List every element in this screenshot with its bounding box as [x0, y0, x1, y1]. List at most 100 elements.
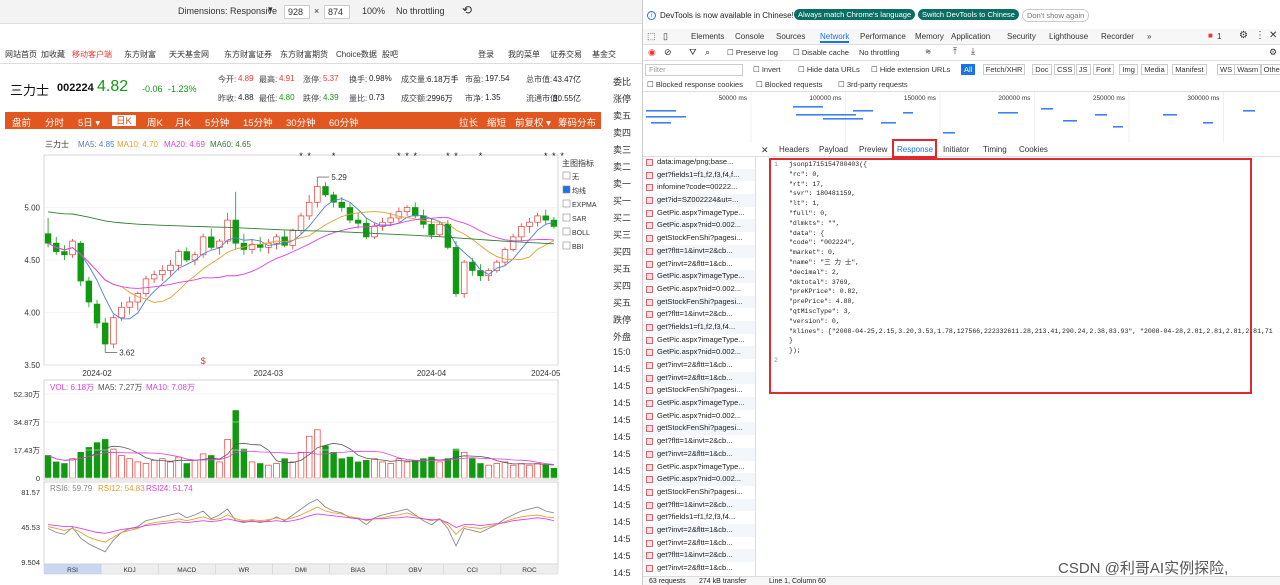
detail-tab[interactable]: Timing [983, 145, 1007, 154]
period-tab[interactable]: 分时 [45, 115, 64, 129]
type-filter-button[interactable]: Manifest [1172, 64, 1207, 75]
upload-icon[interactable]: ⤒ [953, 46, 957, 57]
devtools-tab[interactable]: Network [820, 32, 850, 43]
devtools-tab[interactable]: Performance [860, 32, 906, 41]
height-input[interactable]: 874 [324, 5, 350, 19]
request-row[interactable]: GetPic.aspx?nid=0.002... [643, 346, 755, 359]
request-row[interactable]: getStockFenShi?pagesi... [643, 295, 755, 309]
request-row[interactable]: get?invt=2&fltt=1&cb... [643, 562, 755, 575]
site-nav-right-link[interactable]: 证券交易 [550, 49, 582, 60]
request-row[interactable]: data:image/png;base... [643, 156, 755, 169]
devtools-tab[interactable]: Sources [776, 32, 805, 41]
inspect-icon[interactable]: ⬚ [647, 31, 656, 42]
switch-chinese-button[interactable]: Switch DevTools to Chinese [918, 9, 1019, 20]
record-icon[interactable]: ◉ [648, 47, 656, 58]
type-filter-button[interactable]: Media [1141, 64, 1168, 75]
throttle-dropdown[interactable]: No throttling [396, 6, 445, 16]
close-icon[interactable]: ✕ [1269, 30, 1277, 41]
rotate-icon[interactable]: ⟲ [462, 3, 472, 17]
request-row[interactable]: get?fields1=f1,f2,f3,f4,f... [643, 168, 755, 182]
request-row[interactable]: GetPic.aspx?imageType... [643, 270, 755, 283]
clear-icon[interactable]: ⊘ [664, 47, 672, 58]
indicator-checkbox[interactable] [562, 227, 571, 236]
settings-icon[interactable]: ⚙ [1269, 47, 1277, 58]
indicator-checkbox[interactable] [562, 199, 571, 208]
period-right-tab[interactable]: 筹码分布 [558, 115, 596, 129]
error-badge-icon[interactable]: ■ [1208, 31, 1213, 40]
period-tab[interactable]: 5日 ▾ [78, 115, 100, 129]
period-right-tab[interactable]: 拉长 [459, 115, 478, 129]
request-row[interactable]: GetPic.aspx?nid=0.002... [643, 283, 755, 296]
dont-show-button[interactable]: Don't show again [1022, 9, 1090, 22]
indicator-checkbox[interactable] [562, 185, 571, 194]
request-row[interactable]: get?fltt=1&invt=2&cb... [643, 308, 755, 321]
type-filter-button[interactable]: WS [1217, 64, 1236, 75]
site-nav-link[interactable]: 东方财富 [124, 49, 156, 60]
indicator-checkbox[interactable] [562, 213, 571, 222]
type-filter-button[interactable]: Wasm [1234, 64, 1262, 75]
type-filter-button[interactable]: Font [1093, 64, 1115, 75]
third-party-checkbox[interactable]: ☐ 3rd-party requests [838, 80, 908, 89]
site-nav-link[interactable]: 移动客户端 [72, 49, 112, 60]
request-row[interactable]: get?invt=2&fltt=1&cb... [643, 371, 755, 385]
request-row[interactable]: getStockFenShi?pagesi... [643, 232, 755, 245]
period-right-tab[interactable]: 前复权 ▾ [515, 115, 551, 129]
request-row[interactable]: get?invt=2&fltt=1&cb... [643, 359, 755, 372]
filter-input[interactable]: Filter [645, 64, 743, 76]
type-filter-button[interactable]: Img [1119, 64, 1138, 75]
more-icon[interactable]: ⋮ [1255, 30, 1265, 41]
detail-tab[interactable]: Preview [859, 145, 887, 154]
site-nav-link[interactable]: 股吧 [382, 49, 398, 60]
request-row[interactable]: get?invt=2&fltt=1&cb... [643, 537, 755, 550]
request-row[interactable]: get?fltt=1&invt=2&cb... [643, 498, 755, 512]
site-nav-link[interactable]: 东方财富证券 [224, 49, 272, 60]
period-tab[interactable]: 周K [147, 115, 163, 129]
request-row[interactable]: GetPic.aspx?imageType... [643, 207, 755, 220]
invert-checkbox[interactable]: ☐ Invert [753, 65, 781, 74]
download-icon[interactable]: ⤓ [971, 46, 975, 57]
detail-tab[interactable]: Initiator [943, 145, 969, 154]
indicator-checkbox[interactable] [562, 241, 571, 250]
devtools-tab[interactable]: Console [735, 32, 764, 41]
site-nav-link[interactable]: 加收藏 [41, 49, 65, 60]
site-nav-link[interactable]: 网站首页 [5, 49, 37, 60]
site-nav-right-link[interactable]: 登录 [478, 49, 494, 60]
disable-cache-checkbox[interactable]: ☐ Disable cache [793, 48, 849, 57]
request-row[interactable]: get?fields1=f1,f2,f3,f4... [643, 320, 755, 334]
detail-tab[interactable]: Payload [819, 145, 848, 154]
type-filter-button[interactable]: JS [1075, 64, 1091, 75]
period-right-tab[interactable]: 缩短 [487, 115, 506, 129]
dimensions-dropdown[interactable]: Dimensions: Responsive [178, 6, 277, 16]
devtools-tab[interactable]: Recorder [1101, 32, 1134, 41]
indicator-checkbox[interactable] [562, 171, 571, 180]
site-nav-link[interactable]: 东方财富期货 [280, 49, 328, 60]
hide-ext-urls-checkbox[interactable]: ☐ Hide extension URLs [871, 65, 950, 74]
request-row[interactable]: infomine?code=00222... [643, 181, 755, 194]
request-row[interactable]: GetPic.aspx?imageType... [643, 397, 755, 410]
request-row[interactable]: get?id=SZ002224&ut=... [643, 194, 755, 207]
request-row[interactable]: get?invt=2&fltt=1&cb... [643, 258, 755, 271]
period-tab[interactable]: 15分钟 [243, 115, 273, 129]
device-icon[interactable]: ▯ [663, 31, 668, 42]
devtools-tab[interactable]: Elements [691, 32, 724, 41]
request-row[interactable]: get?fltt=1&invt=2&cb... [643, 244, 755, 258]
type-filter-button[interactable]: Fetch/XHR [982, 64, 1026, 75]
wifi-icon[interactable]: ≋ [925, 47, 931, 56]
width-input[interactable]: 928 [284, 5, 310, 19]
request-row[interactable]: getStockFenShi?pagesi... [643, 486, 755, 499]
request-row[interactable]: get?invt=2&fltt=1&cb... [643, 447, 755, 461]
request-row[interactable]: getStockFenShi?pagesi... [643, 422, 755, 436]
devtools-tab[interactable]: Lighthouse [1049, 32, 1088, 41]
period-tab[interactable]: 60分钟 [329, 115, 359, 129]
filter-icon[interactable]: ⛛ [689, 47, 697, 58]
site-nav-right-link[interactable]: 我的菜单 [508, 49, 540, 60]
type-filter-button[interactable]: Other [1260, 64, 1280, 75]
throttle-select[interactable]: No throttling [859, 48, 899, 57]
request-row[interactable]: GetPic.aspx?imageType... [643, 461, 755, 474]
gear-icon[interactable]: ⚙ [1239, 30, 1248, 41]
request-row[interactable]: get?fltt=1&invt=2&cb... [643, 435, 755, 448]
type-filter-button[interactable]: Doc [1032, 64, 1052, 75]
request-row[interactable]: GetPic.aspx?nid=0.002... [643, 473, 755, 486]
site-nav-link[interactable]: 天天基金网 [169, 49, 209, 60]
period-tab[interactable]: 月K [175, 115, 191, 129]
